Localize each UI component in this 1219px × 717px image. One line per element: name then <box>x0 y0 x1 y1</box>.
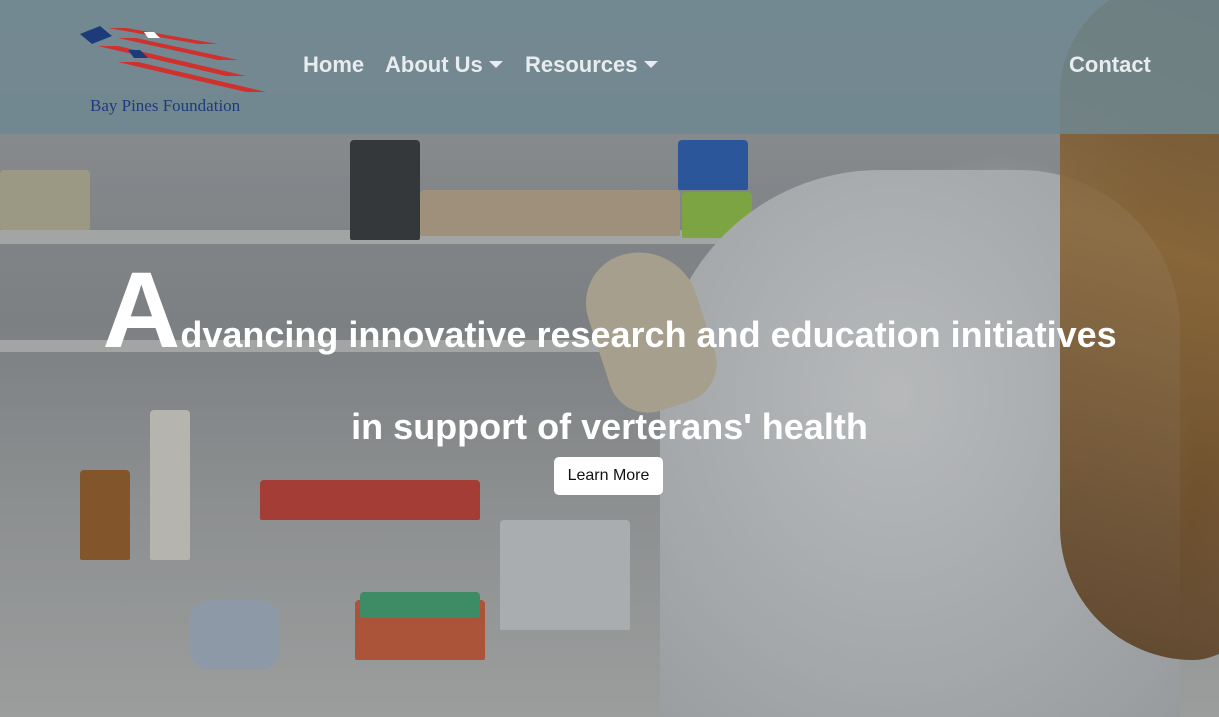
navbar: Bay Pines Foundation Home About Us Resou… <box>0 0 1219 134</box>
hero-headline-rest: dvancing innovative research and educati… <box>180 314 1117 355</box>
hero-headline-initial: A <box>102 249 181 370</box>
nav-resources-label: Resources <box>525 52 638 77</box>
nav-contact[interactable]: Contact <box>1069 52 1151 78</box>
nav-home[interactable]: Home <box>303 52 364 78</box>
hero-headline-line2: in support of verterans' health <box>351 406 868 447</box>
nav-about-us-label: About Us <box>385 52 483 77</box>
nav-about-us-dropdown[interactable]: About Us <box>385 52 503 78</box>
learn-more-button[interactable]: Learn More <box>554 457 663 495</box>
caret-down-icon <box>488 61 503 68</box>
nav-resources-dropdown[interactable]: Resources <box>525 52 658 78</box>
caret-down-icon <box>643 61 658 68</box>
brand-logo-link[interactable]: Bay Pines Foundation <box>78 24 270 120</box>
hero-headline-line1: Advancing innovative research and educat… <box>0 256 1219 364</box>
flag-stripes-logo-icon <box>80 26 266 92</box>
brand-name: Bay Pines Foundation <box>90 96 241 115</box>
